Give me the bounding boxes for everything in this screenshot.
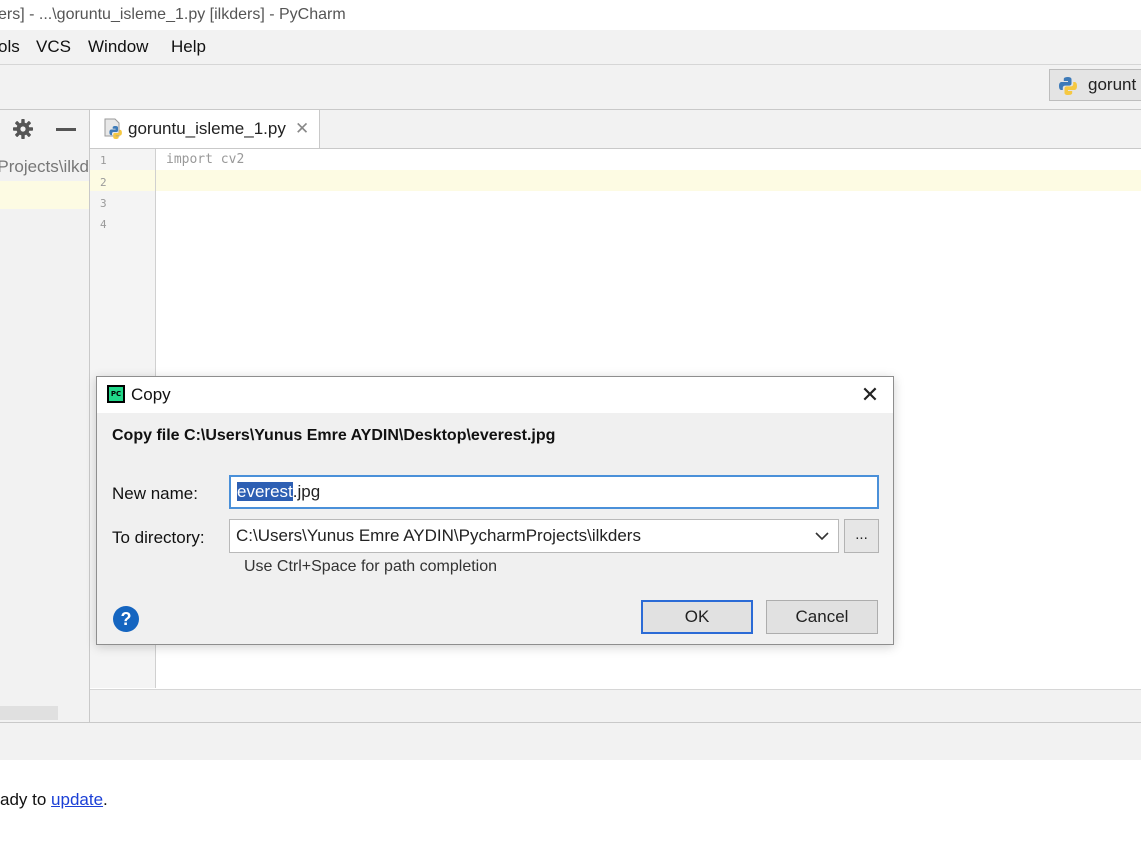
menu-vcs-label: VCS: [36, 37, 71, 56]
window-titlebar: ers] - ...\goruntu_isleme_1.py [ilkders]…: [0, 0, 1141, 30]
chevron-down-icon[interactable]: [814, 529, 830, 543]
editor-tab-bar: goruntu_isleme_1.py ✕: [90, 110, 1141, 149]
browse-button[interactable]: ...: [844, 519, 879, 553]
menu-vcs[interactable]: VCS: [36, 30, 71, 64]
menu-bar: ols VCS Window Help: [0, 30, 1141, 65]
status-suffix: .: [103, 790, 108, 809]
to-directory-combo[interactable]: C:\Users\Yunus Emre AYDIN\PycharmProject…: [229, 519, 839, 553]
close-icon[interactable]: ✕: [857, 383, 883, 407]
current-line-highlight: [156, 170, 1141, 191]
code-line: import cv2: [166, 152, 245, 167]
gear-icon[interactable]: [12, 118, 34, 140]
menu-window[interactable]: Window: [88, 30, 148, 64]
path-completion-hint: Use Ctrl+Space for path completion: [244, 558, 498, 575]
status-message: ady to update.: [0, 790, 108, 810]
dialog-heading: Copy file C:\Users\Yunus Emre AYDIN\Desk…: [112, 427, 556, 444]
python-icon: [1059, 77, 1077, 95]
project-panel: Projects\ilkd: [0, 110, 90, 722]
python-file-icon: [104, 118, 122, 139]
field-text: .jpg: [292, 482, 321, 501]
new-name-field[interactable]: everest.jpg: [229, 475, 879, 509]
help-icon[interactable]: ?: [113, 606, 139, 632]
line-number: 1: [100, 154, 107, 167]
ok-button[interactable]: OK: [641, 600, 753, 634]
editor-footer: [90, 689, 1141, 723]
project-tree-selected-row[interactable]: [0, 181, 89, 209]
tool-window-bar: [0, 722, 1141, 761]
pycharm-icon: PC: [107, 385, 125, 403]
status-prefix: ady to: [0, 790, 52, 809]
tab-label: goruntu_isleme_1.py: [128, 119, 286, 138]
menu-help[interactable]: Help: [171, 30, 206, 64]
project-path-label: Projects\ilkd: [0, 157, 89, 176]
line-number: 4: [100, 218, 107, 231]
line-number: 2: [100, 176, 107, 189]
update-link[interactable]: update: [51, 790, 103, 809]
run-configuration-label: gorunt: [1088, 75, 1137, 94]
cancel-button[interactable]: Cancel: [766, 600, 878, 634]
dialog-title: Copy: [131, 385, 171, 404]
new-name-label: New name:: [112, 484, 198, 503]
copy-dialog: PC Copy ✕ Copy file C:\Users\Yunus Emre …: [96, 376, 894, 645]
project-tree-root[interactable]: Projects\ilkd: [0, 153, 89, 181]
tab-goruntu-isleme[interactable]: goruntu_isleme_1.py ✕: [90, 110, 320, 148]
minimize-icon[interactable]: [56, 128, 76, 131]
close-icon[interactable]: ✕: [295, 110, 309, 148]
event-log-area: ady to update.: [0, 760, 1141, 865]
project-panel-header: [0, 110, 89, 148]
window-title: ers] - ...\goruntu_isleme_1.py [ilkders]…: [0, 6, 346, 23]
project-scrollbar[interactable]: [0, 706, 58, 720]
line-number: 3: [100, 197, 107, 210]
dialog-titlebar: PC Copy ✕: [97, 377, 893, 413]
to-directory-label: To directory:: [112, 528, 205, 547]
directory-value: C:\Users\Yunus Emre AYDIN\PycharmProject…: [236, 526, 641, 545]
run-configuration-selector[interactable]: gorunt: [1049, 69, 1141, 101]
menu-tools[interactable]: ols: [0, 30, 20, 64]
main-toolbar: gorunt: [0, 65, 1141, 110]
selected-text: everest: [237, 482, 293, 501]
